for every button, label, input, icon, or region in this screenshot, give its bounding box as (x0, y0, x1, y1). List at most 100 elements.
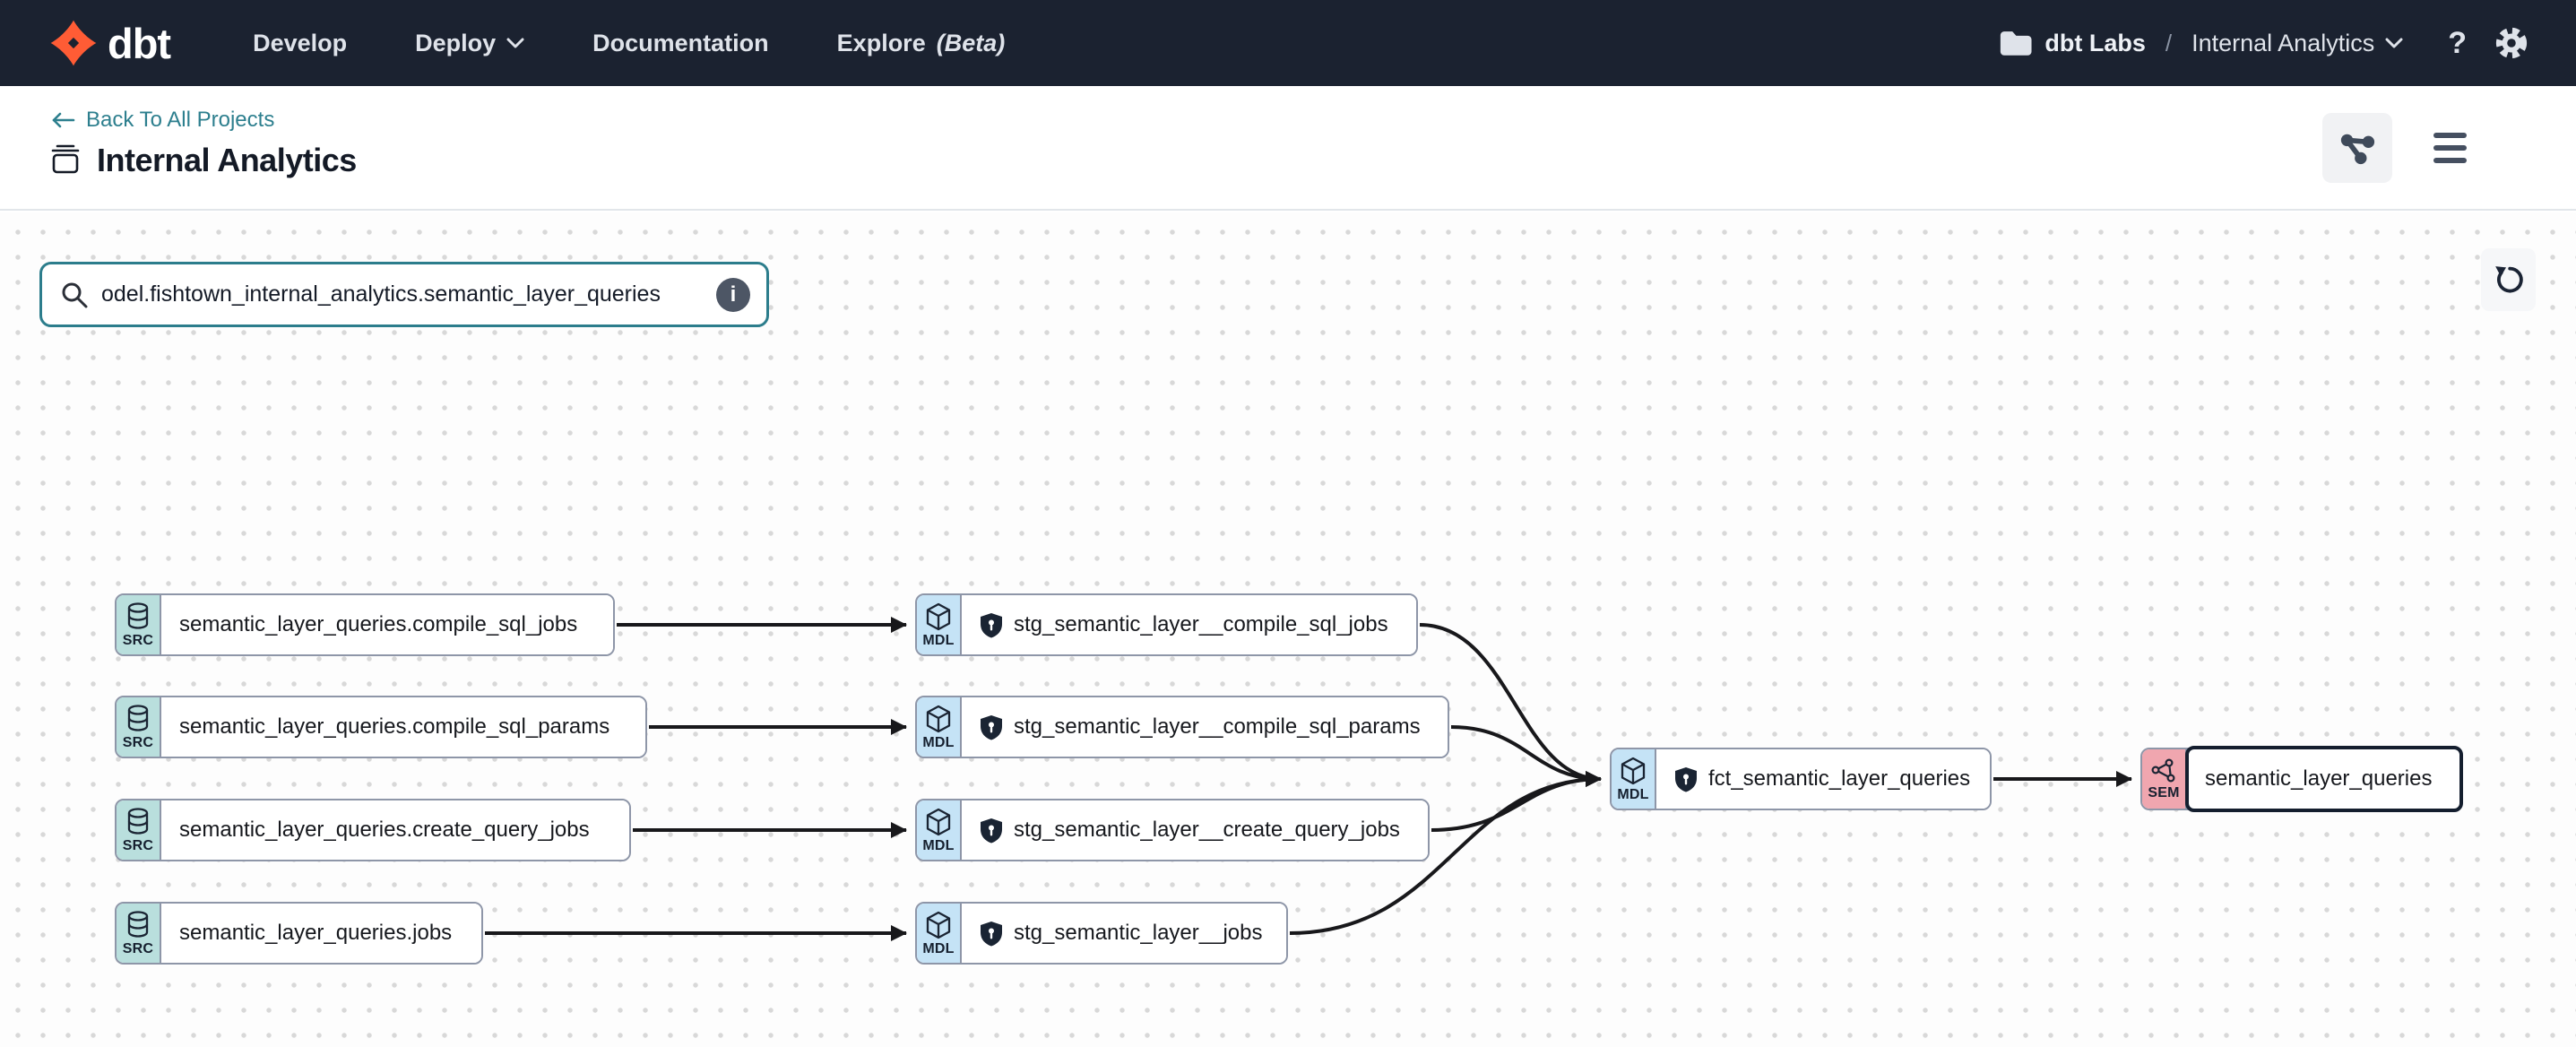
lineage-graph-icon (2338, 129, 2376, 167)
node-type-label: SRC (123, 941, 153, 957)
reset-view-button[interactable] (2481, 248, 2536, 311)
node-body: semantic_layer_queries.compile_sql_jobs (161, 595, 613, 654)
dbt-logo[interactable]: dbt (48, 18, 170, 68)
lineage-canvas[interactable]: SRC semantic_layer_queries.compile_sql_jo… (0, 212, 2576, 1047)
graph-node-stg2[interactable]: MDL stg_semantic_layer__compile_sql_param… (915, 696, 1449, 758)
page-title: Internal Analytics (97, 142, 357, 179)
node-type-label: MDL (922, 633, 954, 649)
navbar-right: dbt Labs / Internal Analytics ? (1998, 23, 2531, 63)
node-type-label: SRC (123, 633, 153, 649)
main-nav: Develop Deploy Documentation Explore (Be… (253, 30, 1005, 57)
node-body: semantic_layer_queries.compile_sql_param… (161, 697, 645, 757)
database-icon (125, 601, 151, 632)
cube-icon (924, 807, 953, 837)
settings-button[interactable] (2492, 23, 2531, 63)
search-info-icon[interactable]: i (716, 278, 750, 312)
lineage-edge-stg3-fct (1431, 779, 1601, 830)
arrow-left-icon (50, 111, 75, 129)
graph-node-src4[interactable]: SRC semantic_layer_queries.jobs (115, 902, 483, 965)
node-label: semantic_layer_queries.create_query_jobs (179, 818, 590, 843)
node-type-label: MDL (922, 735, 954, 751)
graph-node-sem[interactable]: SEM semantic_layer_queries (2140, 748, 2461, 810)
contract-shield-icon (980, 921, 1003, 947)
project-header: Back To All Projects Internal Analytics (0, 86, 2576, 211)
database-icon (125, 807, 151, 837)
project-title-row: Internal Analytics (48, 142, 357, 179)
node-type-label: SEM (2148, 785, 2179, 801)
chevron-down-icon (506, 38, 524, 49)
node-type-badge: SRC (117, 800, 161, 860)
node-type-label: MDL (922, 838, 954, 854)
node-label: semantic_layer_queries.jobs (179, 921, 452, 946)
cube-icon (924, 704, 953, 734)
node-type-badge: MDL (917, 904, 962, 963)
nav-item-explore[interactable]: Explore (Beta) (837, 30, 1006, 57)
breadcrumb-separator: / (2165, 30, 2172, 57)
help-button[interactable]: ? (2448, 26, 2467, 61)
node-type-badge: MDL (1612, 749, 1656, 809)
node-body: semantic_layer_queries (2185, 746, 2463, 812)
folder-icon (1998, 28, 2032, 58)
dbt-logo-text: dbt (108, 19, 170, 68)
node-body: stg_semantic_layer__compile_sql_jobs (962, 595, 1416, 654)
node-label: stg_semantic_layer__create_query_jobs (1014, 818, 1400, 843)
undo-icon (2492, 263, 2526, 297)
graph-node-src3[interactable]: SRC semantic_layer_queries.create_query_j… (115, 799, 631, 861)
graph-node-stg3[interactable]: MDL stg_semantic_layer__create_query_jobs (915, 799, 1430, 861)
node-body: fct_semantic_layer_queries (1656, 749, 1990, 809)
graph-node-src2[interactable]: SRC semantic_layer_queries.compile_sql_pa… (115, 696, 647, 758)
beta-tag: (Beta) (937, 30, 1006, 57)
node-body: stg_semantic_layer__create_query_jobs (962, 800, 1428, 860)
contract-shield-icon (980, 818, 1003, 844)
node-label: stg_semantic_layer__compile_sql_params (1014, 714, 1421, 740)
gear-icon (2492, 23, 2531, 63)
node-body: semantic_layer_queries.jobs (161, 904, 481, 963)
contract-shield-icon (980, 714, 1003, 740)
dbt-logo-icon (48, 18, 99, 68)
nav-item-documentation[interactable]: Documentation (592, 30, 769, 57)
dbt-explorer-app: dbt Develop Deploy Documentation Explore… (0, 0, 2576, 1047)
node-body: stg_semantic_layer__compile_sql_params (962, 697, 1448, 757)
node-type-label: MDL (1617, 787, 1648, 803)
node-label: semantic_layer_queries.compile_sql_param… (179, 714, 609, 740)
lineage-view-button[interactable] (2322, 113, 2392, 183)
node-label: fct_semantic_layer_queries (1708, 766, 1970, 792)
lineage-search-input[interactable] (101, 281, 704, 307)
contract-shield-icon (980, 612, 1003, 638)
menu-bar (2433, 133, 2467, 138)
node-type-badge: SRC (117, 904, 161, 963)
cube-icon (1619, 756, 1647, 786)
menu-button[interactable] (2433, 133, 2467, 163)
node-type-badge: SEM (2142, 749, 2187, 809)
node-body: stg_semantic_layer__jobs (962, 904, 1286, 963)
node-type-label: SRC (123, 838, 153, 854)
database-icon (125, 910, 151, 940)
node-body: semantic_layer_queries.create_query_jobs (161, 800, 629, 860)
menu-bar (2433, 158, 2467, 163)
menu-bar (2433, 145, 2467, 151)
lineage-search-box: i (39, 262, 769, 327)
top-navbar: dbt Develop Deploy Documentation Explore… (0, 0, 2576, 86)
graph-node-stg1[interactable]: MDL stg_semantic_layer__compile_sql_jobs (915, 593, 1418, 656)
nav-item-deploy[interactable]: Deploy (415, 30, 524, 57)
back-to-projects-link[interactable]: Back To All Projects (50, 108, 274, 133)
header-actions (2322, 113, 2467, 183)
graph-node-fct[interactable]: MDL fct_semantic_layer_queries (1610, 748, 1992, 810)
contract-shield-icon (1674, 766, 1698, 792)
cube-icon (924, 601, 953, 632)
node-type-label: MDL (922, 941, 954, 957)
breadcrumb-org[interactable]: dbt Labs (1998, 28, 2146, 58)
chevron-down-icon (2385, 38, 2403, 49)
node-label: semantic_layer_queries (2205, 766, 2432, 792)
breadcrumb-project-select[interactable]: Internal Analytics (2191, 30, 2403, 57)
nav-item-develop[interactable]: Develop (253, 30, 347, 57)
cube-icon (924, 910, 953, 940)
node-label: stg_semantic_layer__jobs (1014, 921, 1263, 946)
node-type-badge: MDL (917, 800, 962, 860)
node-label: stg_semantic_layer__compile_sql_jobs (1014, 612, 1388, 637)
node-label: semantic_layer_queries.compile_sql_jobs (179, 612, 577, 637)
node-type-badge: MDL (917, 595, 962, 654)
graph-node-src1[interactable]: SRC semantic_layer_queries.compile_sql_jo… (115, 593, 615, 656)
node-type-badge: SRC (117, 697, 161, 757)
graph-node-stg4[interactable]: MDL stg_semantic_layer__jobs (915, 902, 1288, 965)
